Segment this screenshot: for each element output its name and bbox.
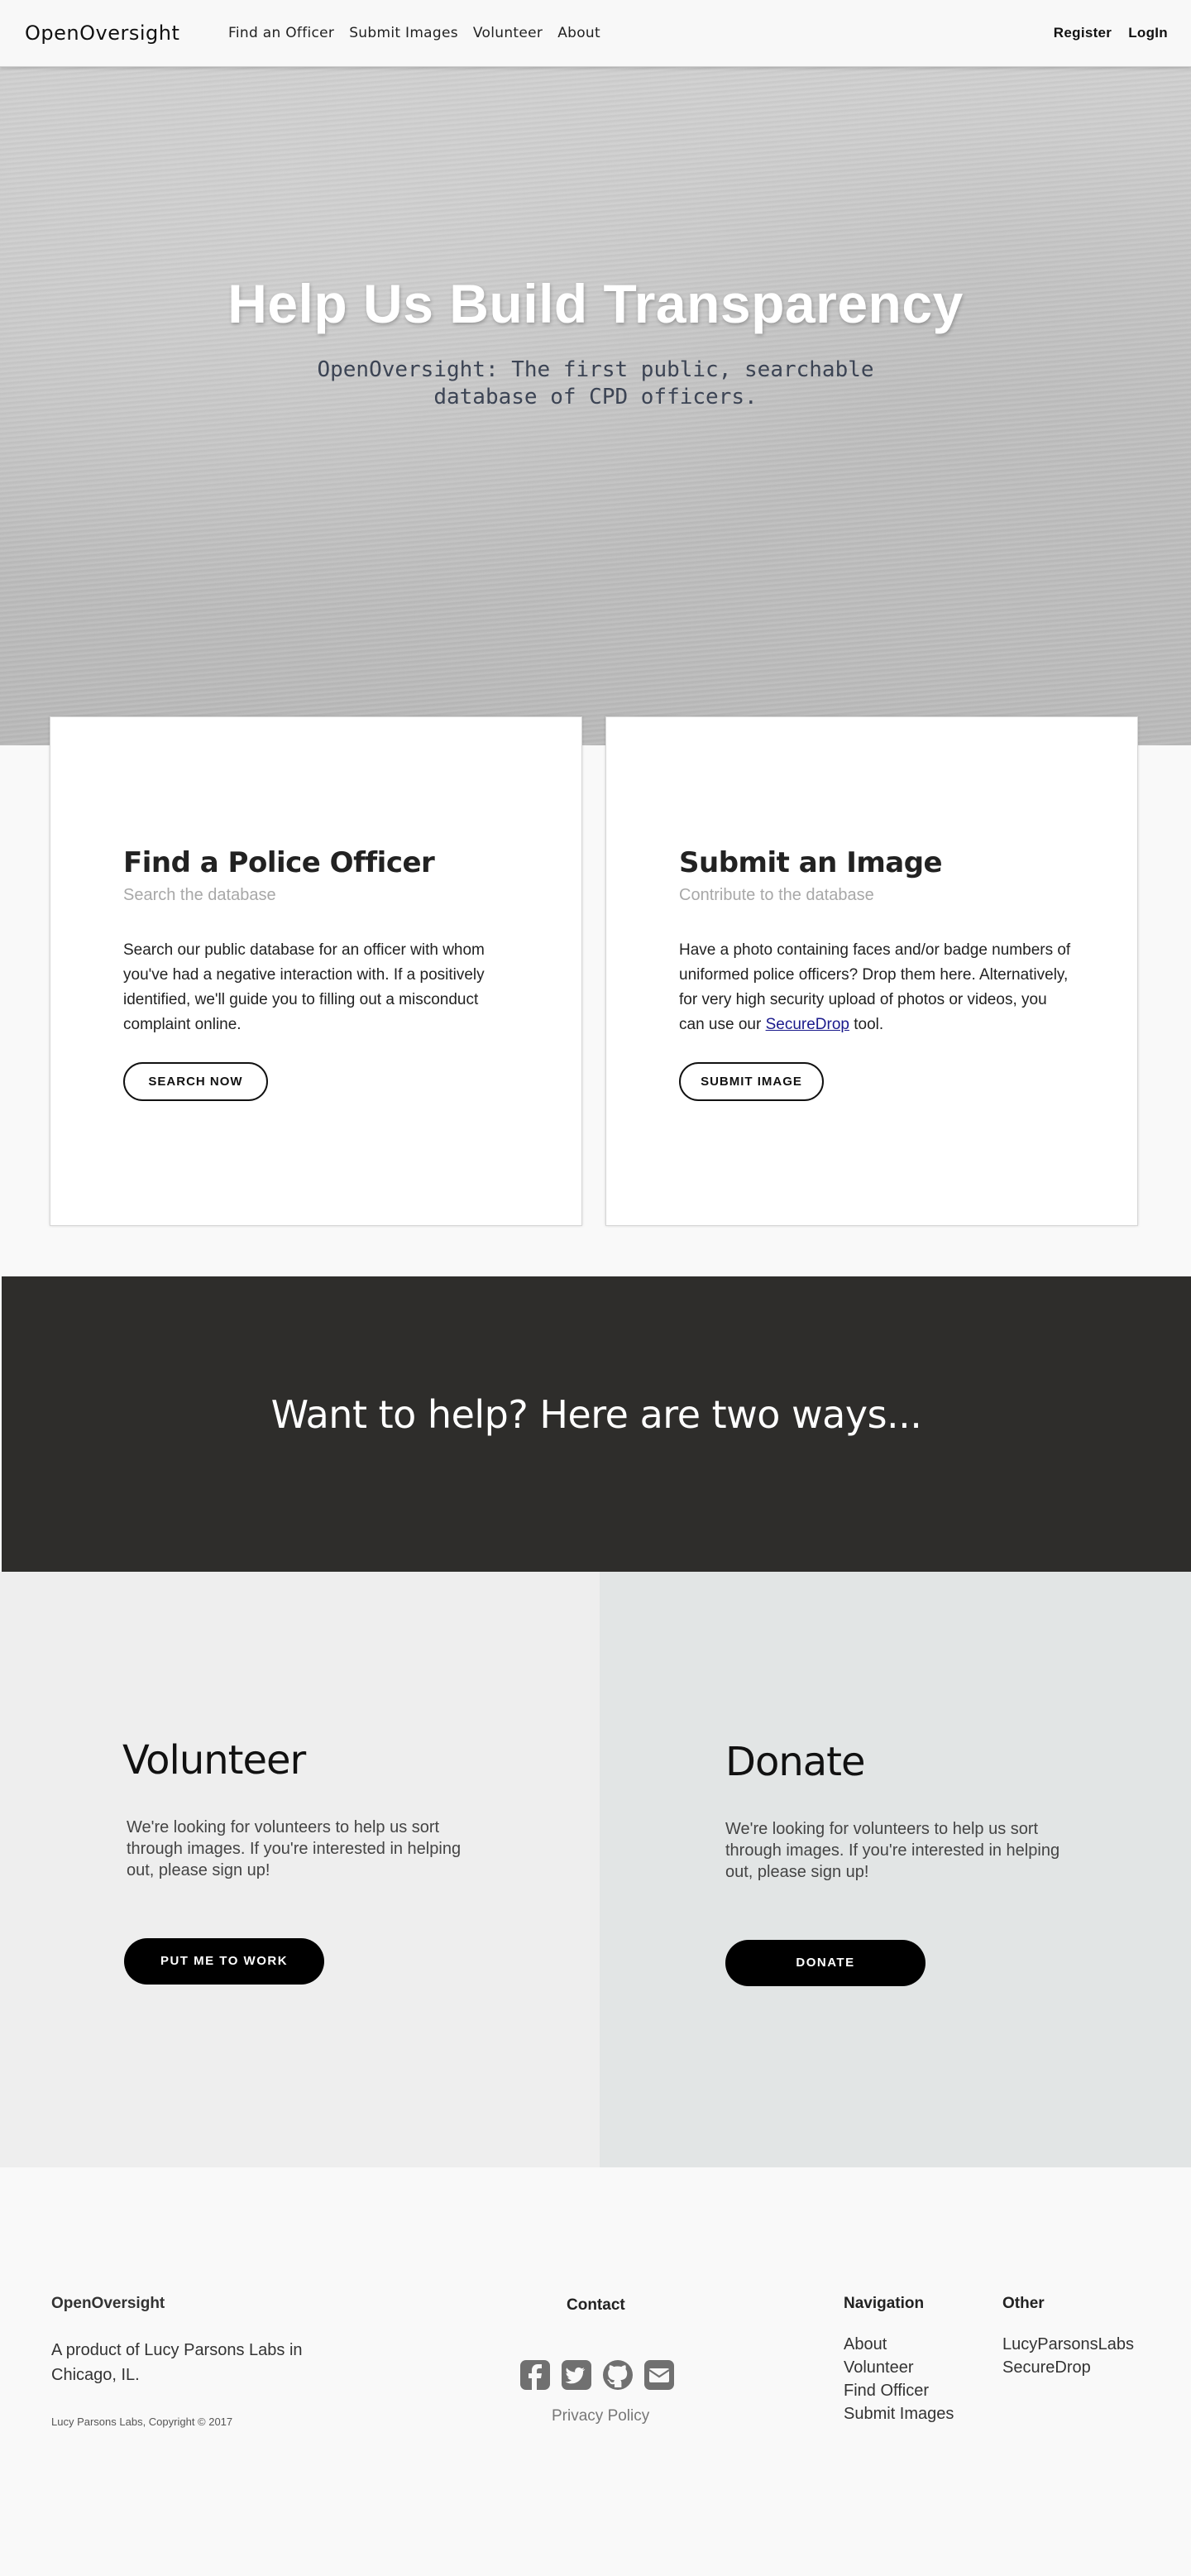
email-icon[interactable] [643,2359,675,2391]
submit-image-text: Have a photo containing faces and/or bad… [679,938,1076,1037]
find-officer-card: Find a Police Officer Search the databas… [50,716,582,1226]
donate-button[interactable]: DONATE [725,1940,926,1986]
hero-section: Help Us Build Transparency OpenOversight… [0,67,1191,745]
github-icon[interactable] [602,2359,634,2391]
find-officer-text: Search our public database for an office… [123,941,485,1033]
footer-link-submit-images[interactable]: Submit Images [844,2405,954,2423]
footer-link-about[interactable]: About [844,2335,887,2353]
contact-title: Contact [567,2296,625,2314]
footer-link-lucyparsonslabs[interactable]: LucyParsonsLabs [1002,2335,1134,2353]
footer-link-find-officer[interactable]: Find Officer [844,2382,929,2400]
hero-subtitle: OpenOversight: The first public, searcha… [317,357,874,409]
submit-image-card: Submit an Image Contribute to the databa… [605,716,1138,1226]
help-banner: Want to help? Here are two ways... [2,1276,1191,1572]
twitter-icon[interactable] [561,2359,592,2391]
submit-image-button[interactable]: SUBMIT IMAGE [679,1062,824,1101]
volunteer-title: Volunteer [122,1737,306,1784]
footer-brand: OpenOversight [51,2295,165,2312]
footer-navigation-list: About Volunteer Find Officer Submit Imag… [844,2333,954,2425]
put-me-to-work-button[interactable]: PUT ME TO WORK [124,1938,324,1985]
submit-image-title: Submit an Image [679,846,943,879]
search-now-button[interactable]: SEARCH NOW [123,1062,268,1101]
nav-submit-images[interactable]: Submit Images [349,25,458,41]
footer-link-securedrop[interactable]: SecureDrop [1002,2358,1091,2377]
donate-title: Donate [725,1739,866,1785]
main-nav: Find an Officer Submit Images Volunteer … [228,25,615,41]
footer-other-list: LucyParsonsLabs SecureDrop [1002,2333,1134,2379]
register-link[interactable]: Register [1054,25,1112,41]
volunteer-text: We're looking for volunteers to help us … [127,1818,462,1879]
nav-about[interactable]: About [557,25,600,41]
hero-title: Help Us Build Transparency [227,273,964,334]
find-officer-subtitle: Search the database [123,886,276,904]
volunteer-panel: Volunteer We're looking for volunteers t… [0,1572,600,2167]
submit-image-text-after: tool. [849,1016,884,1033]
social-icons [519,2359,685,2391]
login-link[interactable]: LogIn [1128,25,1168,41]
footer-navigation-title: Navigation [844,2295,925,2312]
brand-link[interactable]: OpenOversight [25,22,179,45]
footer-copyright: Lucy Parsons Labs, Copyright © 2017 [51,2416,233,2428]
footer-link-volunteer[interactable]: Volunteer [844,2358,914,2377]
submit-image-subtitle: Contribute to the database [679,886,874,904]
help-banner-title: Want to help? Here are two ways... [270,1392,922,1437]
facebook-icon[interactable] [519,2359,551,2391]
nav-find-officer[interactable]: Find an Officer [228,25,334,41]
footer-other-title: Other [1002,2295,1045,2312]
footer: OpenOversight A product of Lucy Parsons … [0,2167,1191,2576]
nav-volunteer[interactable]: Volunteer [473,25,543,41]
navbar: OpenOversight Find an Officer Submit Ima… [0,0,1191,67]
footer-description: A product of Lucy Parsons Labs in Chicag… [51,2341,303,2384]
account-nav: Register LogIn [1037,25,1168,41]
donate-text: We're looking for volunteers to help us … [725,1820,1060,1881]
find-officer-title: Find a Police Officer [123,846,435,879]
securedrop-link[interactable]: SecureDrop [766,1016,849,1033]
donate-panel: Donate We're looking for volunteers to h… [600,1572,1191,2167]
privacy-policy-link[interactable]: Privacy Policy [552,2407,649,2425]
